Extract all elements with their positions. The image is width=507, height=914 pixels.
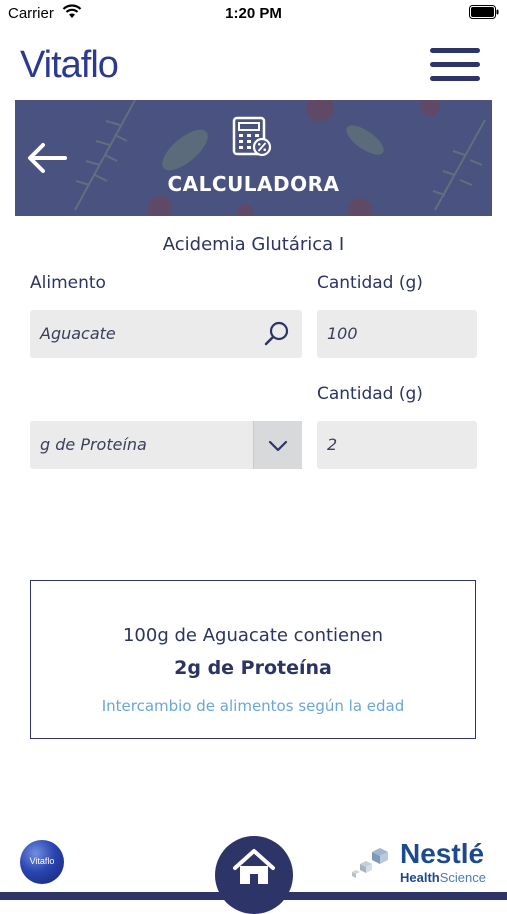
vitaflo-badge-text: Vitaflo bbox=[29, 856, 55, 866]
nestle-cubes-icon bbox=[352, 848, 388, 878]
hamburger-menu-icon[interactable] bbox=[430, 48, 480, 82]
health-science-text: HealthScience bbox=[400, 870, 486, 885]
result-box: 100g de Aguacate contienen 2g de Proteín… bbox=[30, 580, 476, 739]
clock: 1:20 PM bbox=[225, 5, 282, 22]
food-label: Alimento bbox=[30, 273, 106, 293]
page-subtitle: Acidemia Glutárica I bbox=[162, 234, 345, 255]
nestle-health-science-logo: Nestlé HealthScience bbox=[352, 838, 492, 888]
food-quantity-value: 100 bbox=[327, 324, 358, 343]
quantity-label: Cantidad (g) bbox=[317, 273, 423, 293]
search-icon[interactable] bbox=[262, 310, 292, 358]
result-value: 2g de Proteína bbox=[174, 657, 332, 679]
nutrient-quantity-value: 2 bbox=[327, 435, 338, 454]
home-button[interactable] bbox=[215, 836, 293, 914]
food-exchange-link[interactable]: Intercambio de alimentos según la edad bbox=[31, 697, 475, 715]
nutrient-select[interactable]: g de Proteína bbox=[30, 421, 302, 469]
calculator-icon bbox=[232, 116, 272, 157]
banner-title: CALCULADORA bbox=[167, 172, 340, 196]
food-search-value: Aguacate bbox=[40, 324, 116, 343]
chevron-down-icon bbox=[268, 440, 288, 452]
app-header: Vitaflo bbox=[0, 28, 507, 100]
battery-icon bbox=[469, 5, 499, 19]
nutrient-quantity-input[interactable]: 2 bbox=[317, 421, 477, 469]
home-icon bbox=[233, 849, 275, 884]
food-search-input[interactable]: Aguacate bbox=[30, 310, 302, 358]
dropdown-button[interactable] bbox=[253, 421, 302, 469]
nestle-brand: Nestlé bbox=[400, 838, 485, 869]
vitaflo-logo[interactable]: Vitaflo bbox=[20, 44, 119, 87]
nutrient-select-value: g de Proteína bbox=[40, 435, 147, 454]
footer: Vitaflo Nestlé HealthScience bbox=[0, 830, 507, 914]
bottom-bar bbox=[0, 892, 507, 900]
result-description: 100g de Aguacate contienen bbox=[122, 625, 384, 646]
food-quantity-input[interactable]: 100 bbox=[317, 310, 477, 358]
calculator-banner: CALCULADORA bbox=[15, 100, 492, 216]
vitaflo-badge-logo: Vitaflo bbox=[20, 840, 64, 884]
nutrient-quantity-label: Cantidad (g) bbox=[317, 384, 423, 404]
status-bar: Carrier 1:20 PM bbox=[0, 0, 507, 28]
